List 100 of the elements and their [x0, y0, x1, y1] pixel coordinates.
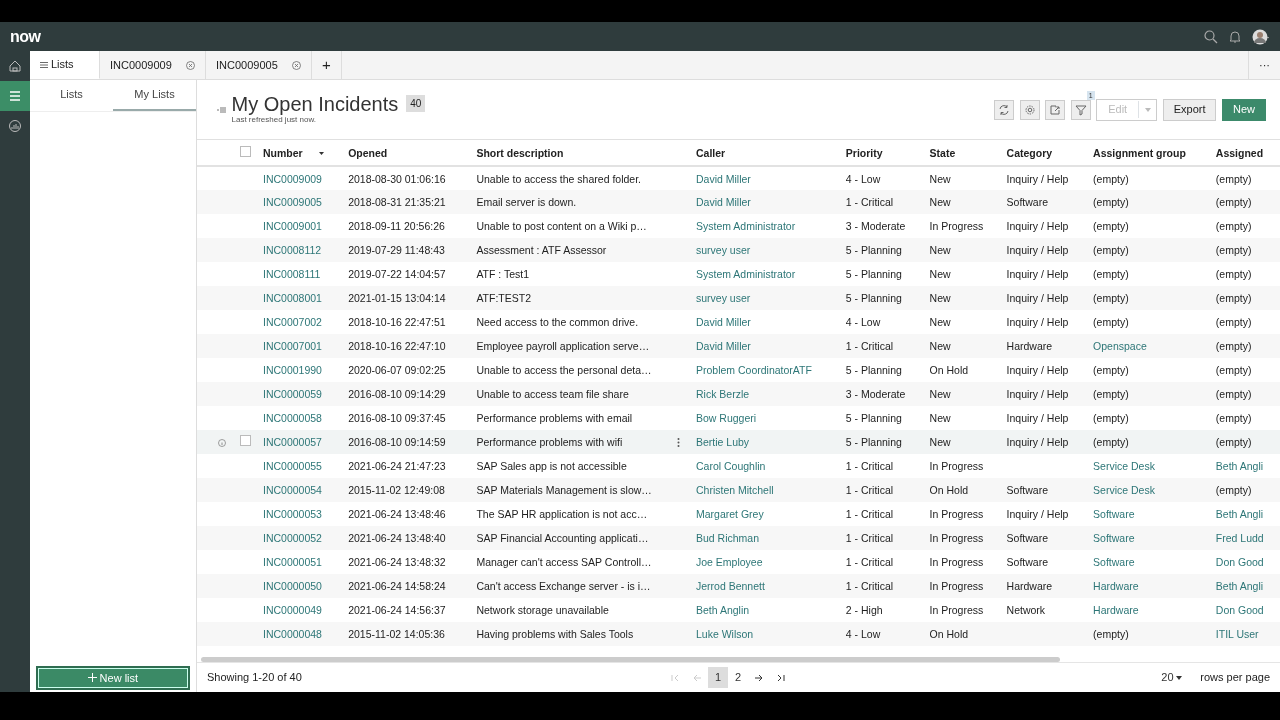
table-cell: 1 - Critical [845, 460, 894, 472]
reference-link[interactable]: Software [1093, 508, 1135, 520]
table-cell: 2018-09-11 20:56:26 [348, 220, 445, 232]
column-header[interactable]: Assignment group [1093, 146, 1186, 159]
select-all-checkbox[interactable] [240, 145, 251, 157]
table-cell: SAP Materials Management is slow… [476, 484, 652, 496]
column-header[interactable]: Short description [476, 146, 564, 159]
column-header[interactable]: Number [263, 146, 303, 159]
collapse-icon[interactable] [217, 106, 226, 113]
table-cell: 2016-08-10 09:37:45 [348, 412, 446, 424]
table-cell: 1 - Critical [845, 556, 894, 568]
reference-link[interactable]: David Miller [695, 196, 751, 208]
table-cell: New [929, 340, 951, 352]
lists-tab[interactable]: Lists [30, 51, 100, 79]
table-cell: Employee payroll application serve… [476, 340, 650, 352]
list-nav-button[interactable] [0, 81, 30, 111]
reference-link[interactable]: Problem CoordinatorATF [695, 364, 812, 376]
column-header[interactable]: Assigned [1215, 146, 1264, 159]
table-cell: (empty) [1215, 292, 1252, 304]
avatar-icon[interactable] [1252, 28, 1270, 45]
rows-per-page-dropdown[interactable]: 20 [1154, 667, 1190, 688]
column-header[interactable]: Opened [348, 146, 388, 159]
column-header[interactable]: Caller [695, 146, 726, 159]
record-link[interactable]: INC0000058 [263, 412, 322, 424]
table-cell: 2021-06-24 14:56:37 [348, 604, 446, 616]
table-cell: New [929, 172, 951, 185]
reference-link[interactable]: Service Desk [1093, 460, 1155, 472]
record-link[interactable]: INC0009009 [263, 172, 322, 185]
record-link[interactable]: INC0000055 [263, 460, 322, 472]
reference-link[interactable]: System Administrator [695, 220, 796, 232]
record-link[interactable]: INC0008111 [263, 268, 321, 280]
reference-link[interactable]: Bow Ruggeri [695, 412, 757, 424]
table-cell: Having problems with Sales Tools [476, 628, 634, 640]
info-icon[interactable] [218, 439, 226, 448]
record-link[interactable]: INC0001990 [263, 364, 322, 376]
table-cell: 3 - Moderate [845, 220, 906, 232]
new-list-button[interactable]: New list [36, 665, 190, 690]
close-button[interactable] [186, 60, 195, 70]
table-cell: Inquiry / Help [1006, 316, 1069, 328]
reference-link[interactable]: Rick Berzle [695, 388, 750, 400]
table-cell: New [929, 316, 951, 328]
logo[interactable]: now [10, 24, 41, 49]
reference-link[interactable]: David Miller [695, 316, 751, 328]
record-link[interactable]: INC0009001 [263, 220, 322, 232]
reference-link[interactable]: Beth Angli [1215, 508, 1264, 520]
column-header[interactable]: Priority [845, 146, 883, 159]
record-range: Showing 1-20 of 40 [207, 670, 302, 686]
refresh-button[interactable] [994, 99, 1015, 120]
table-cell: 2021-01-15 13:04:14 [348, 292, 446, 304]
table-cell: (empty) [1093, 316, 1129, 328]
settings-button[interactable] [1019, 99, 1040, 120]
table-cell: Performance problems with email [476, 412, 633, 424]
export-button[interactable]: Export [1162, 98, 1217, 121]
reference-link[interactable]: Margaret Grey [695, 508, 764, 520]
search-icon[interactable] [1204, 29, 1218, 44]
reference-link[interactable]: Software [1093, 556, 1135, 568]
table-cell: 2020-06-07 09:02:25 [348, 364, 446, 376]
record-link[interactable]: INC0000049 [263, 604, 322, 616]
reference-link[interactable]: Don Good [1215, 556, 1264, 568]
reference-link[interactable]: Bertie Luby [695, 436, 750, 448]
reference-link[interactable]: Beth Anglin [695, 604, 750, 616]
table-cell: In Progress [929, 532, 984, 544]
reference-link[interactable]: David Miller [695, 172, 751, 185]
horizontal-scrollbar[interactable] [201, 657, 1060, 662]
reference-link[interactable]: David Miller [695, 340, 751, 352]
row-checkbox[interactable] [240, 435, 251, 446]
reference-link[interactable]: Luke Wilson [695, 628, 754, 640]
reference-link[interactable]: Carol Coughlin [695, 460, 766, 472]
table-cell: 5 - Planning [845, 268, 902, 280]
table-cell: 2018-08-30 01:06:16 [348, 172, 446, 185]
record-link[interactable]: INC0000051 [263, 556, 322, 568]
share-button[interactable] [1045, 99, 1066, 120]
sort-caret-icon[interactable] [318, 152, 324, 156]
page-button[interactable]: 2 [728, 667, 749, 688]
reference-link[interactable]: survey user [695, 244, 751, 256]
reference-link[interactable]: Beth Angli [1215, 460, 1264, 472]
table-cell: Email server is down. [476, 196, 577, 208]
plus-icon [87, 673, 97, 683]
more-icon[interactable] [676, 438, 680, 447]
reference-link[interactable]: Hardware [1093, 580, 1139, 592]
table-cell: (empty) [1093, 268, 1129, 280]
reference-link[interactable]: Hardware [1093, 604, 1139, 616]
bell-icon[interactable] [1229, 30, 1241, 43]
close-button[interactable] [292, 60, 301, 70]
column-header[interactable]: State [929, 146, 956, 159]
record-link[interactable]: INC0000053 [263, 508, 322, 520]
reference-link[interactable]: Joe Employee [695, 556, 763, 568]
table-cell: 1 - Critical [845, 196, 894, 208]
new-button[interactable]: New [1222, 98, 1266, 121]
reference-link[interactable]: survey user [695, 292, 751, 304]
reference-link[interactable]: Software [1093, 532, 1135, 544]
reference-link[interactable]: Don Good [1215, 604, 1264, 616]
reference-link[interactable]: System Administrator [695, 268, 796, 280]
filter-button[interactable] [1070, 99, 1091, 120]
table-cell: 2021-06-24 13:48:32 [348, 556, 446, 568]
table-cell: (empty) [1215, 244, 1252, 256]
page-button[interactable]: 1 [707, 667, 729, 688]
column-header[interactable]: Category [1006, 146, 1053, 159]
record-link[interactable]: INC0007002 [263, 316, 322, 328]
table-cell: Assessment : ATF Assessor [476, 244, 607, 256]
